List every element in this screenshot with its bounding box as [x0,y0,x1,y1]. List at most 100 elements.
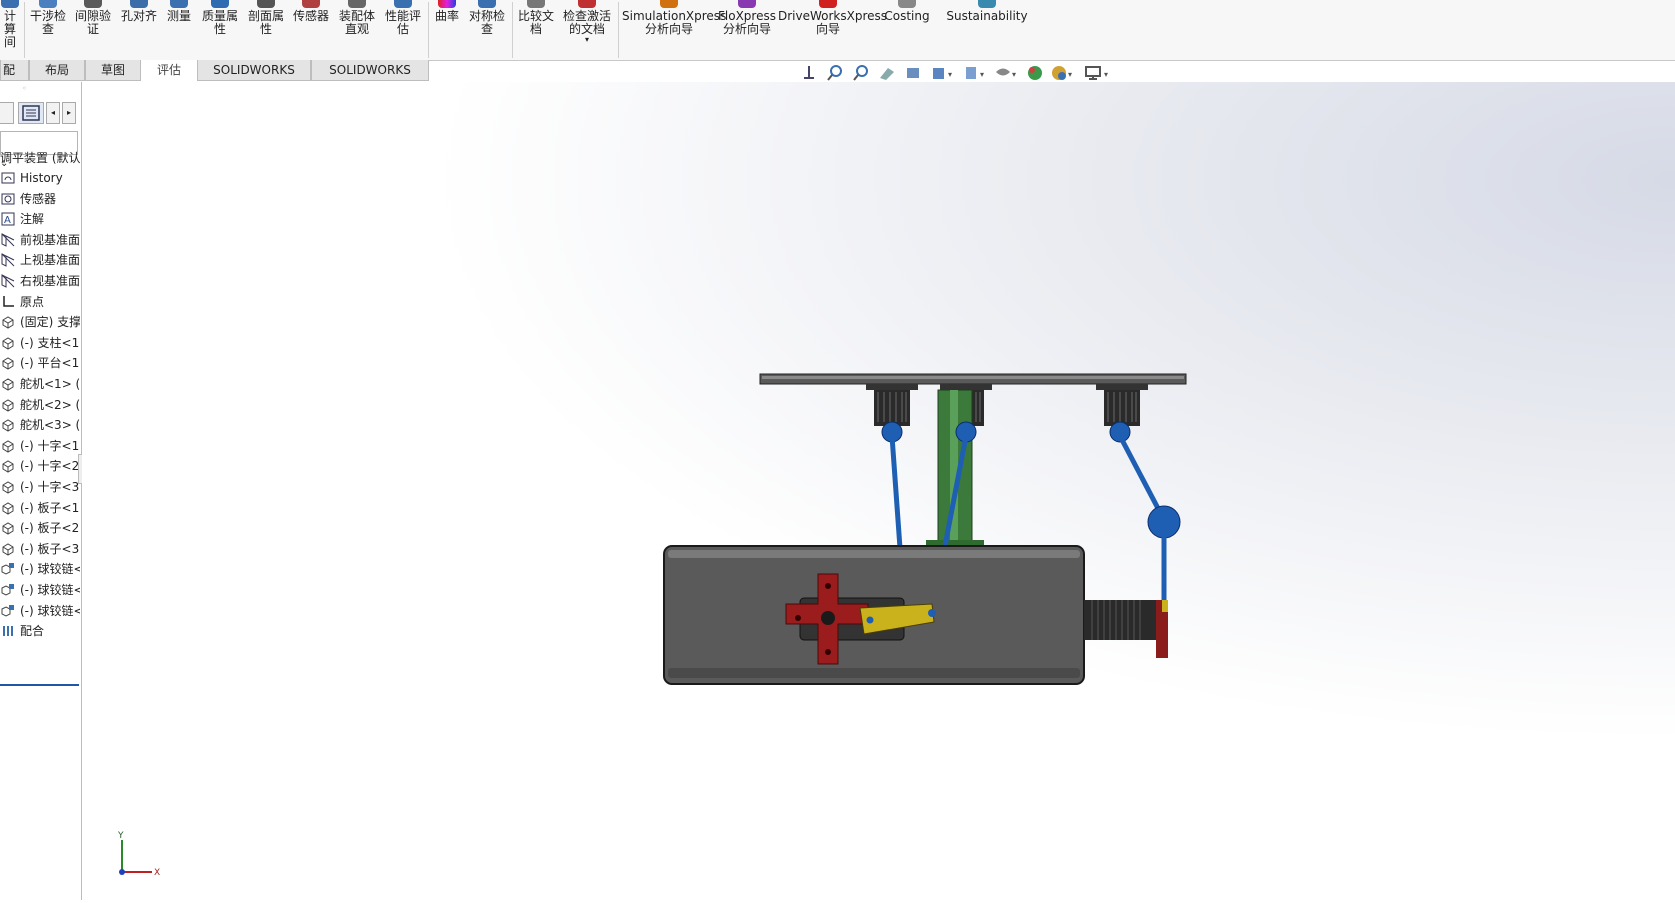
tree-item-label: (-) 十字<2 [20,459,80,474]
tree-item[interactable]: 右视基准面 [0,271,80,291]
chevron-down-icon[interactable]: ▾ [1104,70,1108,79]
edit-appearance-icon[interactable] [1026,64,1044,82]
chevron-right-icon[interactable]: ▸ [62,102,76,124]
panel-collapse-handle[interactable]: ◦ [22,84,27,93]
tree-item[interactable]: (-) 十字<1 [0,436,80,456]
ribbon-button-interference[interactable]: 干涉检 查 [28,0,68,58]
tree-item[interactable]: 配合 [0,621,80,641]
dynamic-annotation-icon[interactable] [904,64,922,82]
zoom-to-area-icon[interactable] [826,64,844,82]
tab-assembly[interactable]: 配体 [0,60,29,98]
tree-item-label: 右视基准面 [20,274,80,288]
apply-scene-icon[interactable] [1050,64,1068,82]
ribbon-button-compare[interactable]: 比较文 档 [516,0,556,58]
tree-item[interactable]: 舵机<3> ( [0,415,80,435]
tree-item[interactable]: (-) 球铰链< [0,601,80,621]
ribbon-button-costing[interactable]: Costing [880,0,934,58]
part-icon [1,377,15,391]
feature-tree-tab[interactable] [0,102,14,124]
tree-item[interactable]: (-) 支柱<1 [0,333,80,353]
ribbon-button-driveworksxpress[interactable]: DriveWorksXpress 向导 [778,0,887,58]
ribbon-button-clearance[interactable]: 间隙验 证 [72,0,114,58]
link-rod-3a[interactable] [1117,434,1165,518]
tree-item[interactable]: (固定) 支撑 [0,312,80,332]
chevron-down-icon[interactable]: ▾ [1012,70,1016,79]
chevron-down-icon[interactable]: ▾ [948,70,952,79]
tree-item[interactable]: (-) 球铰链< [0,580,80,600]
cross-hub-1[interactable] [866,384,918,426]
tree-item[interactable]: (-) 平台<1 [0,353,80,373]
zoom-to-fit-icon[interactable] [800,64,818,82]
costing-icon [898,0,916,8]
display-style-icon[interactable] [962,64,980,82]
ribbon-button-curvature[interactable]: 曲率 [432,0,462,58]
part-icon [1,501,15,515]
servo-side[interactable] [1084,600,1168,658]
cross-hub-3[interactable] [1096,384,1148,426]
tree-item[interactable]: History [0,168,80,188]
ribbon-button-symmetry[interactable]: 对称检 查 [466,0,508,58]
tab-sketch[interactable]: 草图 [85,60,141,81]
tree-item[interactable]: A 注解 [0,209,80,229]
property-manager-tab[interactable] [18,102,44,124]
ribbon-button-check-active[interactable]: 检查激活 的文档 ▾ [560,0,614,58]
ribbon-button-simulationxpress[interactable]: SimulationXpress 分析向导 [622,0,726,58]
tree-item[interactable]: 舵机<2> ( [0,395,80,415]
ribbon-button-measure[interactable]: 测量 [164,0,194,58]
ribbon-button-sustainability[interactable]: Sustainability [946,0,1028,58]
link-rod-1[interactable] [889,435,903,549]
tree-item-label: (-) 板子<2 [20,521,80,536]
ribbon-button-calculate[interactable]: 计算 间 [0,0,20,58]
part-icon [1,521,15,535]
sustainability-icon [978,0,996,8]
list-icon [22,105,40,121]
symmetry-icon [478,0,496,8]
part-icon [1,480,15,494]
tab-layout[interactable]: 布局 [29,60,85,81]
view-settings-icon[interactable] [1084,64,1102,82]
sensor-icon [1,192,15,206]
view-orientation-icon[interactable] [930,64,948,82]
ribbon-button-sensor[interactable]: 传感器 [291,0,331,58]
chevron-down-icon[interactable]: ▾ [980,70,984,79]
tree-item[interactable]: (-) 十字<2 [0,456,80,476]
tree-item[interactable]: 舵机<1> ( [0,374,80,394]
tree-item[interactable]: 传感器 [0,189,80,209]
section-view-icon[interactable] [878,64,896,82]
tab-solidworks-mbd[interactable]: SOLIDWORKS MBD [311,60,429,98]
tree-item[interactable]: (-) 板子<3 [0,539,80,559]
tree-item-label: 舵机<1> ( [20,377,80,391]
tree-root[interactable]: 调平装置 (默认 [0,148,80,168]
tree-item[interactable]: (-) 板子<1 [0,498,80,518]
ribbon-button-section-props[interactable]: 剖面属 性 [246,0,286,58]
tree-item-label: (-) 十字<3 [20,480,80,494]
ribbon-button-assembly-viz[interactable]: 装配体 直观 [337,0,377,58]
panel-tabs: ◂ ▸ [0,102,81,124]
platform-plate[interactable] [759,373,1187,385]
graphics-area[interactable]: Y X [82,82,1675,900]
tree-item-label: (-) 支柱<1 [20,335,80,350]
ribbon-button-performance[interactable]: 性能评 估 [383,0,423,58]
previous-view-icon[interactable] [852,64,870,82]
chevron-down-icon[interactable]: ▾ [560,36,614,44]
plane-icon [1,232,15,247]
chevron-left-icon[interactable]: ◂ [46,102,60,124]
tab-solidworks-addins[interactable]: SOLIDWORKS 插件 [197,60,311,98]
assembly-model [663,373,1187,685]
ribbon-button-hole-align[interactable]: 孔对齐 [118,0,160,58]
origin-icon [1,295,15,309]
ball-joint-4[interactable] [1147,505,1181,539]
tree-item[interactable]: (-) 十字<3 [0,477,80,497]
tree-item-label: 前视基准面 [20,232,80,247]
tree-item[interactable]: 原点 [0,292,80,312]
hide-show-items-icon[interactable] [994,64,1012,82]
tree-item[interactable]: (-) 板子<2 [0,518,80,538]
tab-evaluate[interactable]: 评估 [141,60,197,81]
calculate-icon [1,0,19,8]
ribbon-button-floxpress[interactable]: FloXpress 分析向导 [718,0,776,58]
tree-item[interactable]: (-) 球铰链< [0,559,80,579]
tree-item[interactable]: 上视基准面 [0,250,80,270]
chevron-down-icon[interactable]: ▾ [1068,70,1072,79]
tree-item[interactable]: 前视基准面 [0,230,80,250]
ribbon-button-mass-props[interactable]: 质量属 性 [200,0,240,58]
